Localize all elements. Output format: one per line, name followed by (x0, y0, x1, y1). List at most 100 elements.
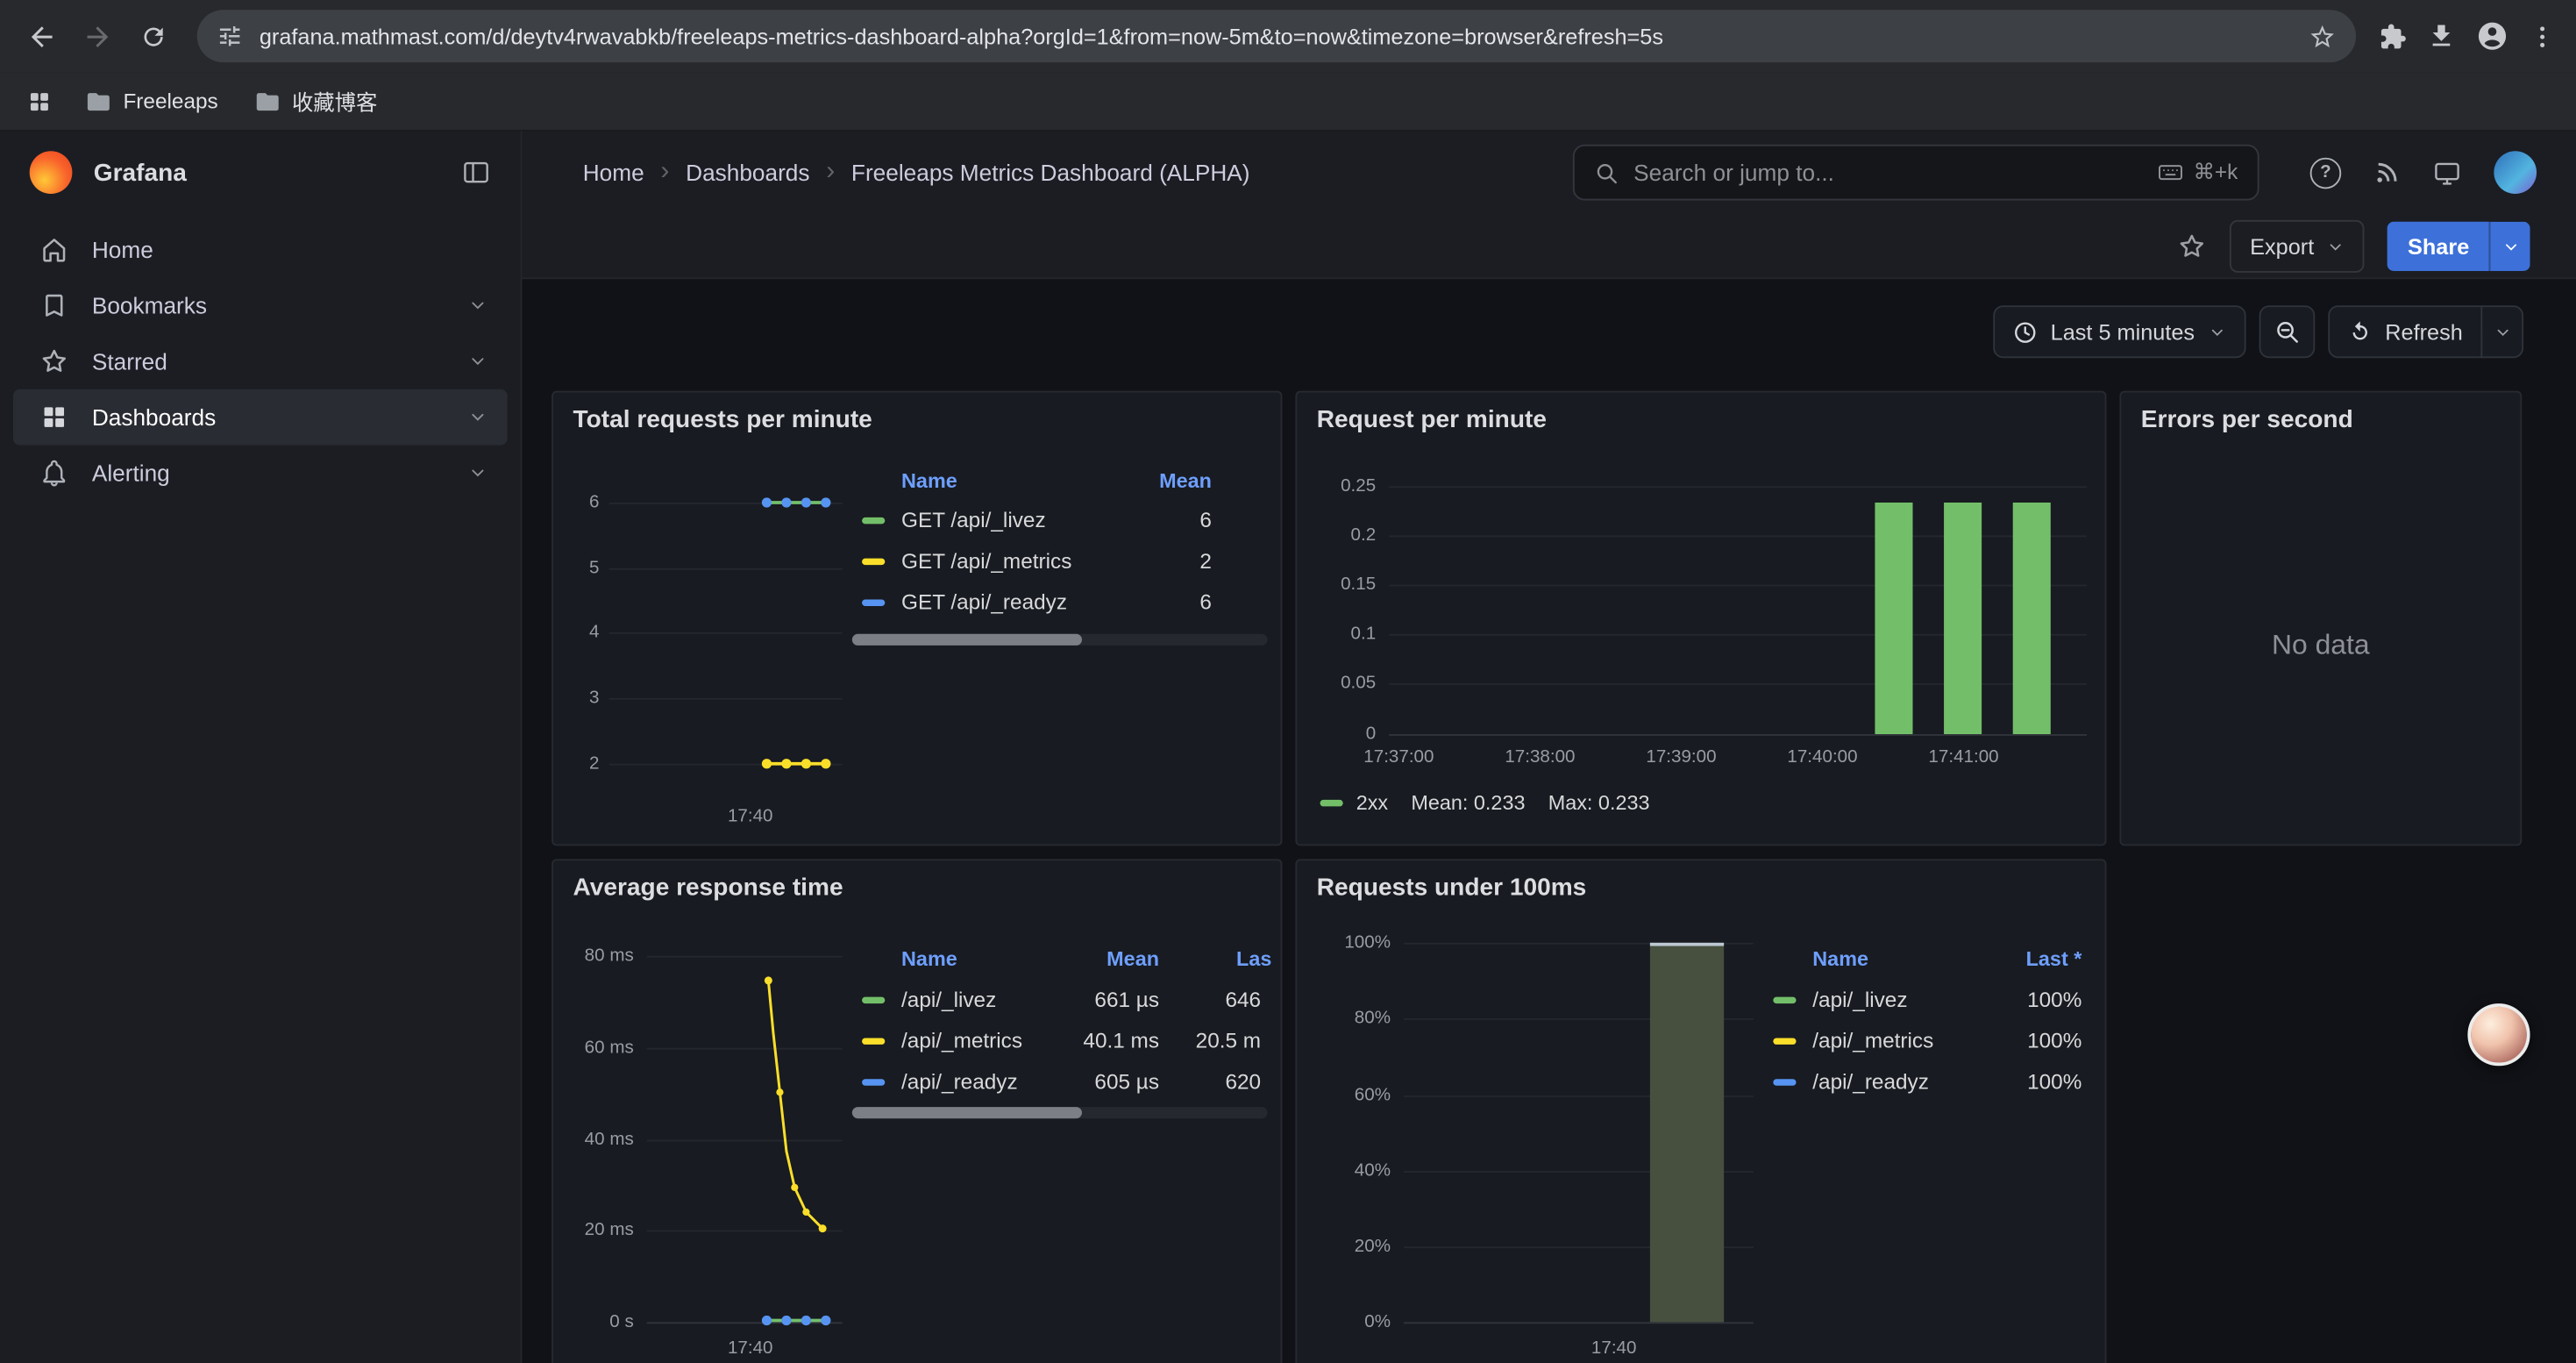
legend-item-2xx[interactable]: 2xx (1320, 792, 1389, 815)
share-menu-button[interactable] (2489, 222, 2530, 271)
panel-title[interactable]: Request per minute (1317, 406, 1547, 434)
bookmark-blog-favorites[interactable]: 收藏博客 (241, 79, 390, 124)
search-placeholder: Search or jump to... (1633, 160, 2157, 186)
sidebar-item-bookmarks[interactable]: Bookmarks (13, 277, 508, 333)
time-toolbar: Last 5 minutes Refresh (1993, 305, 2523, 358)
series-color-swatch (862, 559, 885, 565)
legend-header-last[interactable]: Last * (2026, 947, 2082, 970)
series-mean: 661 µs (1094, 987, 1159, 1011)
browser-actions (2373, 19, 2563, 52)
news-rss-icon[interactable] (2374, 160, 2401, 186)
series-name[interactable]: /api/_livez (1812, 987, 1907, 1011)
legend-row[interactable]: GET /api/_livez 6 (852, 499, 1268, 540)
series-name[interactable]: /api/_livez (901, 987, 996, 1011)
reload-icon[interactable] (125, 8, 181, 64)
monitor-icon[interactable] (2433, 159, 2461, 187)
series-point (781, 497, 791, 507)
panel-title[interactable]: Errors per second (2141, 406, 2353, 434)
legend-row[interactable]: /api/_livez 100% (1763, 979, 2089, 1020)
chevron-down-icon[interactable] (468, 352, 487, 371)
legend-row[interactable]: /api/_readyz 605 µs 620 (852, 1061, 1268, 1103)
zoom-out-button[interactable] (2259, 305, 2315, 358)
time-range-picker[interactable]: Last 5 minutes (1993, 305, 2245, 358)
sidebar-item-home[interactable]: Home (13, 222, 508, 278)
browser-menu-icon[interactable] (2529, 22, 2557, 50)
panel-title[interactable]: Requests under 100ms (1317, 874, 1587, 902)
legend-row[interactable]: /api/_livez 661 µs 646 (852, 979, 1268, 1020)
panel-title[interactable]: Average response time (573, 874, 843, 902)
series-name[interactable]: GET /api/_livez (901, 508, 1046, 532)
panel-title[interactable]: Total requests per minute (573, 406, 872, 434)
favorite-star-icon[interactable] (2178, 232, 2208, 261)
y-tick: 0.1 (1320, 624, 1377, 644)
series-mean: 6 (1199, 508, 1212, 532)
scrollbar-thumb[interactable] (852, 634, 1082, 646)
chevron-down-icon[interactable] (468, 407, 487, 426)
legend-header-last[interactable]: Las (1236, 947, 1271, 970)
help-icon[interactable]: ? (2310, 157, 2342, 189)
panel-total-requests: Total requests per minute 6 5 4 3 2 17:4… (551, 391, 1282, 846)
sidebar-item-starred[interactable]: Starred (13, 333, 508, 389)
apps-grid-icon[interactable] (17, 78, 62, 124)
user-avatar[interactable] (2494, 151, 2537, 194)
grafana-logo[interactable] (30, 151, 73, 194)
refresh-interval-button[interactable] (2480, 305, 2523, 358)
back-icon[interactable] (13, 8, 69, 64)
collapse-sidebar-icon[interactable] (461, 158, 491, 188)
legend-scrollbar[interactable] (852, 1107, 1268, 1118)
series-name[interactable]: /api/_metrics (1812, 1028, 1933, 1053)
chevron-down-icon[interactable] (468, 296, 487, 315)
bell-icon (39, 458, 69, 488)
legend-header-name[interactable]: Name (901, 470, 957, 493)
legend-scrollbar[interactable] (852, 634, 1268, 646)
breadcrumb-dashboards[interactable]: Dashboards (686, 160, 809, 186)
search-input[interactable]: Search or jump to... ⌘+k (1573, 145, 2259, 201)
axis-baseline (1404, 1322, 1754, 1324)
legend-row[interactable]: GET /api/_metrics 2 (852, 540, 1268, 582)
x-tick: 17:40 (715, 1338, 786, 1358)
extensions-icon[interactable] (2379, 22, 2407, 50)
scrollbar-thumb[interactable] (852, 1107, 1082, 1118)
export-button[interactable]: Export (2231, 220, 2366, 273)
bookmark-freeleaps[interactable]: Freeleaps (72, 82, 231, 121)
legend-row[interactable]: GET /api/_readyz 6 (852, 582, 1268, 623)
clock-icon (2013, 319, 2038, 344)
refresh-button[interactable]: Refresh (2328, 305, 2483, 358)
legend-row[interactable]: /api/_metrics 40.1 ms 20.5 m (852, 1020, 1268, 1061)
sidebar-item-alerting[interactable]: Alerting (13, 445, 508, 501)
bookmark-star-icon[interactable] (2309, 22, 2337, 50)
sidebar-item-label: Home (92, 237, 153, 263)
legend-header: Name Mean (852, 470, 1268, 500)
grafana-header: Home › Dashboards › Freeleaps Metrics Da… (522, 132, 2576, 280)
search-shortcut: ⌘+k (2157, 160, 2238, 186)
floating-assistant-avatar[interactable] (2467, 1003, 2530, 1066)
downloads-icon[interactable] (2427, 21, 2457, 51)
series-point (801, 1316, 811, 1325)
breadcrumb-home[interactable]: Home (583, 160, 644, 186)
legend-header-name[interactable]: Name (901, 947, 957, 970)
gridline (1389, 683, 2087, 685)
series-name[interactable]: /api/_readyz (1812, 1069, 1929, 1094)
sidebar-item-label: Dashboards (92, 404, 216, 431)
series-name[interactable]: GET /api/_metrics (901, 548, 1071, 573)
series-name[interactable]: /api/_metrics (901, 1028, 1022, 1053)
legend-header-mean[interactable]: Mean (1107, 947, 1159, 970)
series-name[interactable]: /api/_readyz (901, 1069, 1018, 1094)
share-button[interactable]: Share (2388, 222, 2489, 271)
panel-average-response-time: Average response time 80 ms 60 ms 40 ms … (551, 859, 1282, 1363)
site-settings-icon[interactable] (217, 23, 243, 49)
legend-row[interactable]: /api/_readyz 100% (1763, 1061, 2089, 1103)
profile-icon[interactable] (2476, 19, 2508, 52)
y-tick: 40 ms (574, 1130, 633, 1149)
sidebar-item-dashboards[interactable]: Dashboards (13, 389, 508, 446)
url-bar[interactable]: grafana.mathmast.com/d/deytv4rwavabkb/fr… (197, 10, 2356, 62)
series-name[interactable]: GET /api/_readyz (901, 589, 1067, 614)
legend-row[interactable]: /api/_metrics 100% (1763, 1020, 2089, 1061)
series-name[interactable]: 2xx (1356, 792, 1388, 815)
legend-header-name[interactable]: Name (1812, 947, 1868, 970)
chevron-down-icon[interactable] (468, 463, 487, 482)
legend-header-mean[interactable]: Mean (1159, 470, 1212, 493)
legend-mean: Mean: 0.233 (1411, 792, 1525, 815)
forward-icon[interactable] (69, 8, 125, 64)
url-text[interactable]: grafana.mathmast.com/d/deytv4rwavabkb/fr… (260, 24, 2292, 48)
